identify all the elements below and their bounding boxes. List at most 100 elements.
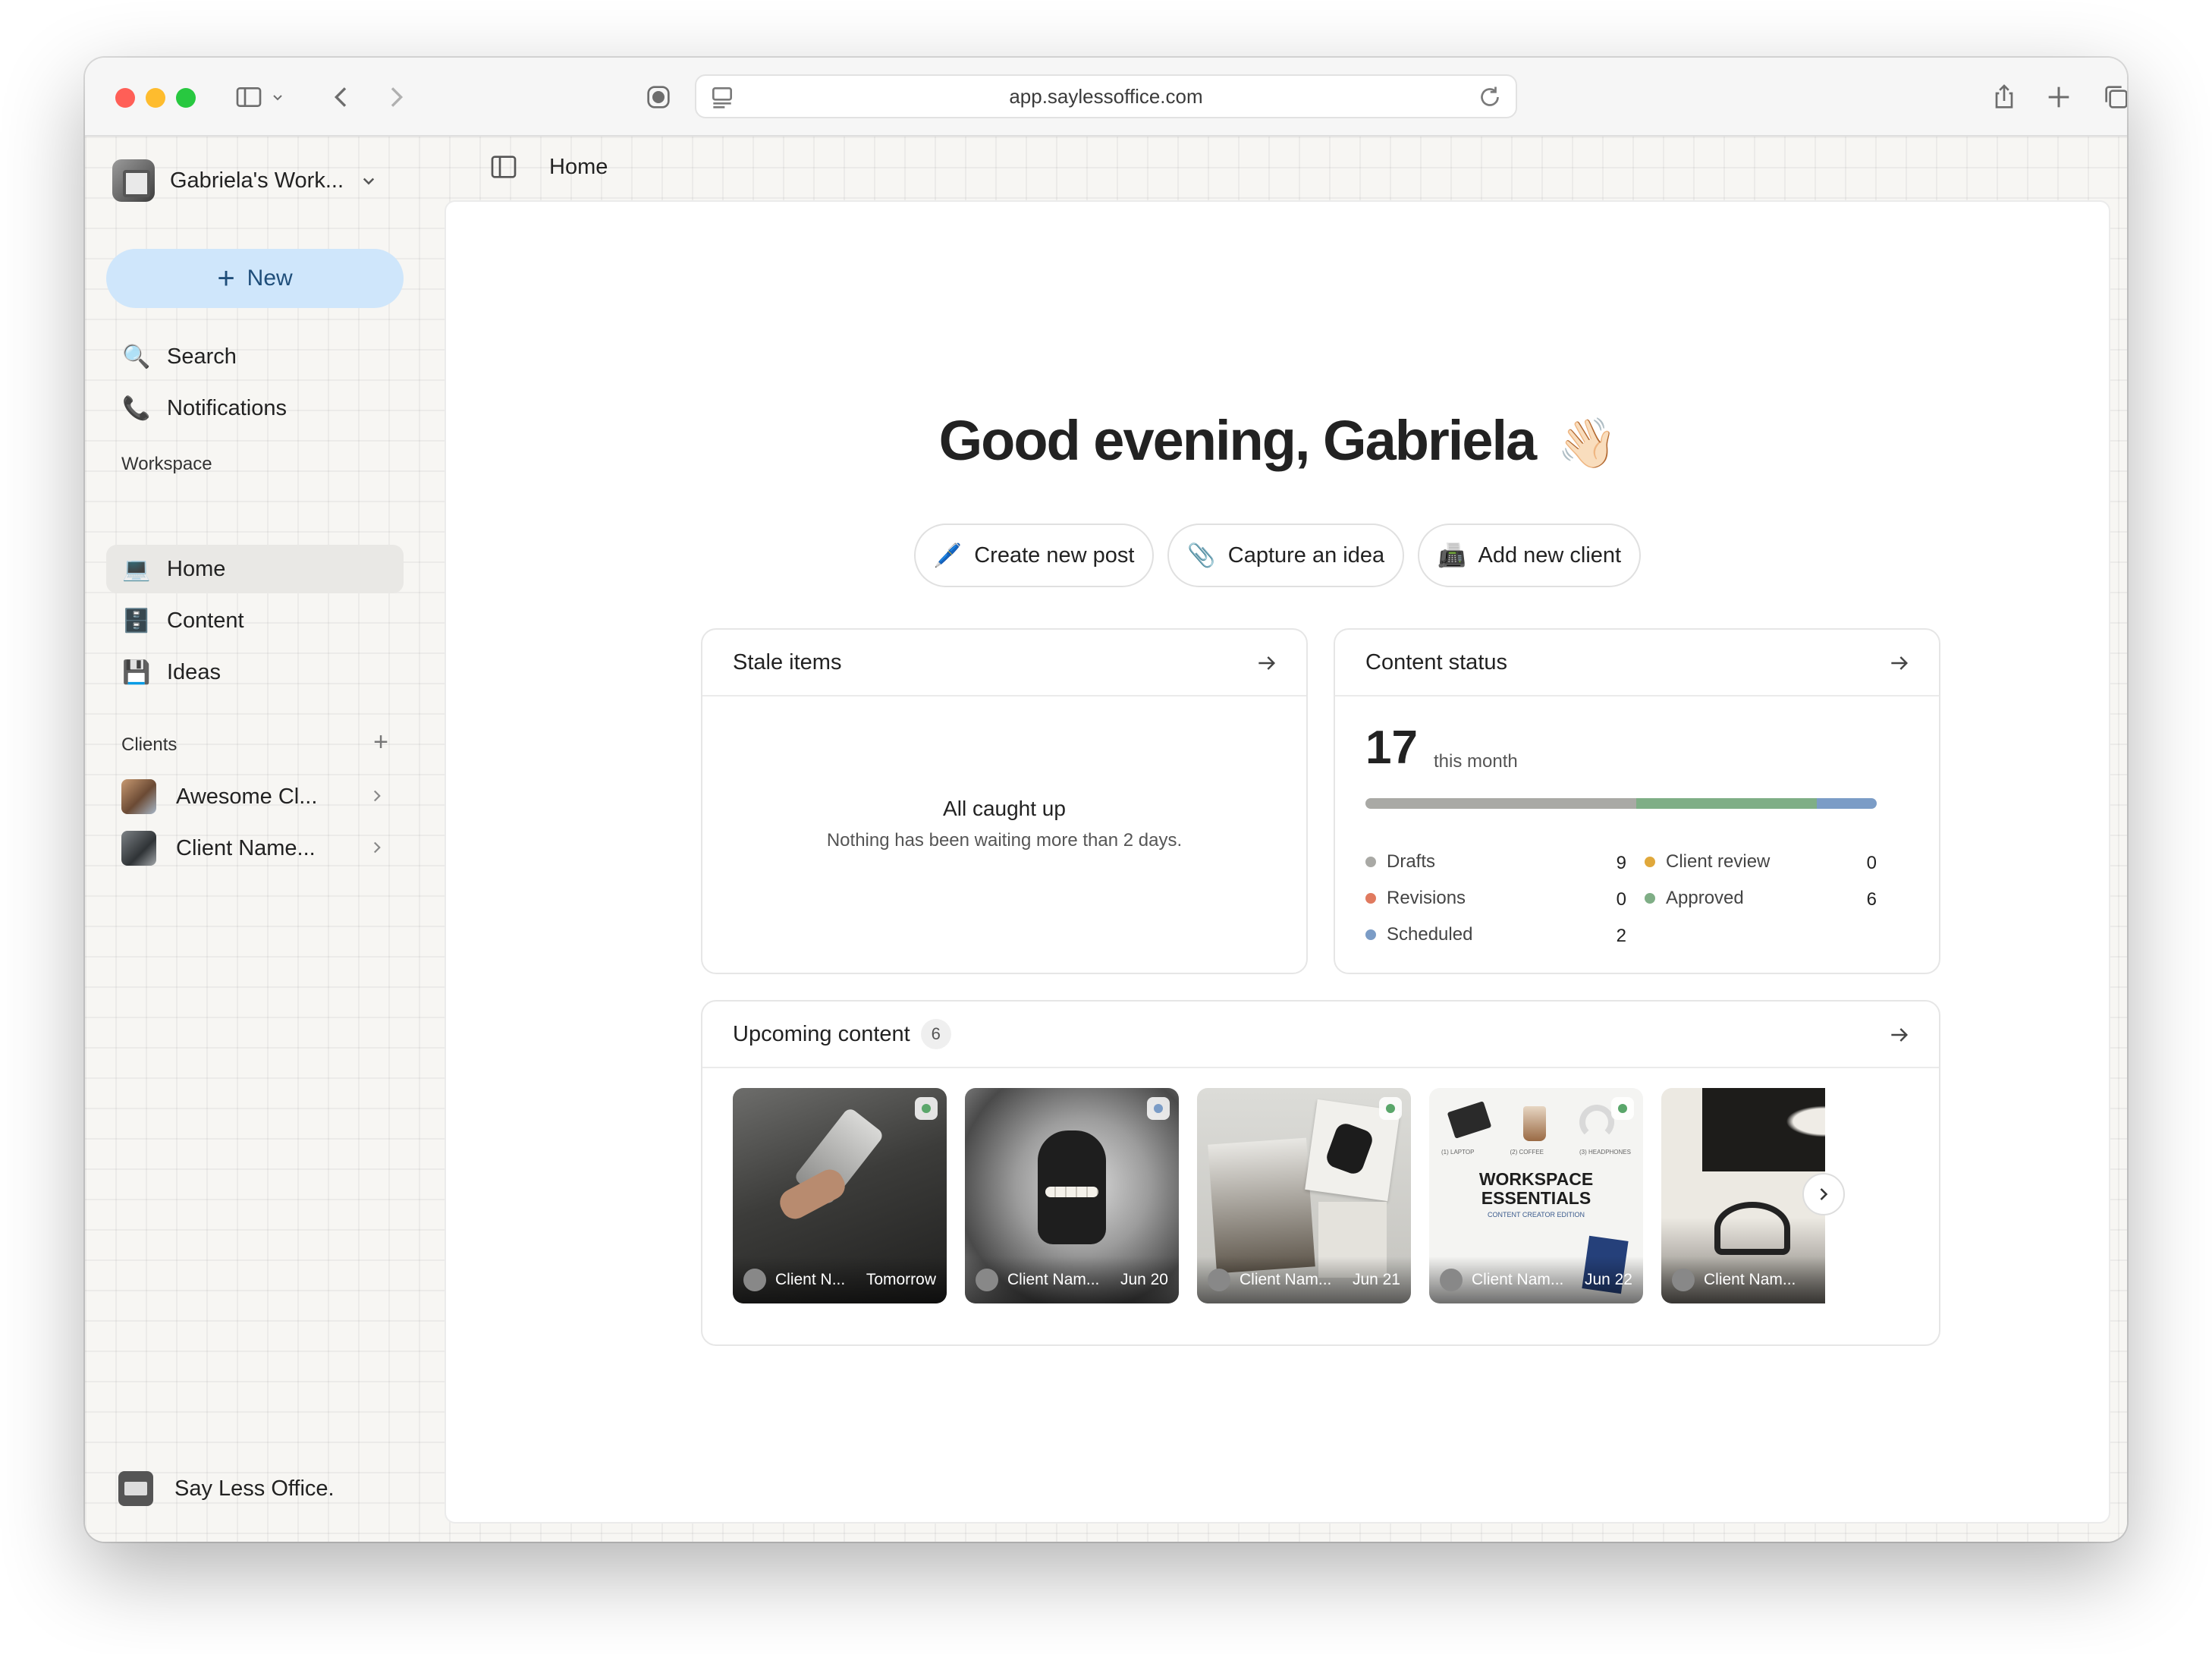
content-status-header[interactable]: Content status: [1335, 630, 1939, 697]
sidebar-item-label: Notifications: [167, 395, 287, 420]
forward-icon[interactable]: [375, 76, 417, 118]
minimize-window-button[interactable]: [146, 88, 165, 108]
status-dot: [1386, 1104, 1395, 1113]
address-bar[interactable]: app.saylessoffice.com: [695, 74, 1517, 118]
add-client-icon[interactable]: +: [367, 728, 394, 756]
tile-client-name: Client Nam...: [1704, 1271, 1796, 1288]
waving-hand-icon: 👋🏻: [1557, 416, 1618, 470]
status-bar-segment: [1816, 798, 1877, 809]
app-area: Gabriela's Work... + New 🔍 Search 📞 Noti…: [85, 137, 2127, 1542]
status-label: Scheduled: [1387, 924, 1473, 945]
shoe-image: [1714, 1202, 1790, 1255]
tile-headline: WORKSPACE ESSENTIALS: [1478, 1169, 1594, 1208]
headphones-image: [1579, 1105, 1614, 1140]
content-tile[interactable]: (1) LAPTOP (2) COFFEE (3) HEADPHONES WOR…: [1429, 1088, 1643, 1303]
sidebar-item-label: Search: [167, 344, 237, 369]
status-value: 0: [1866, 853, 1877, 873]
tile-footer: Client Nam... Jun 22: [1429, 1256, 1643, 1303]
sidebar-item-notifications[interactable]: 📞 Notifications: [106, 384, 404, 432]
upcoming-content-card: Upcoming content 6 Client N... Tomorrow: [701, 1000, 1940, 1346]
browser-toolbar: app.saylessoffice.com: [85, 58, 2127, 137]
client-avatar: [121, 831, 156, 866]
status-badge: [915, 1097, 938, 1120]
client-avatar: [1672, 1269, 1695, 1291]
tile-subheadline: CONTENT CREATOR EDITION: [1487, 1211, 1585, 1218]
tile-date: Jun 21: [1352, 1271, 1400, 1288]
monthly-total: 17: [1365, 722, 1418, 774]
tile-item-labels: (1) LAPTOP (2) COFFEE (3) HEADPHONES: [1441, 1149, 1631, 1156]
content-tile[interactable]: Client Nam... Ju: [1661, 1088, 1825, 1303]
sidebar-item-ideas[interactable]: 💾 Ideas: [106, 648, 404, 697]
workspace-avatar: [112, 159, 155, 202]
status-value: 9: [1616, 853, 1626, 873]
content-tile[interactable]: Client Nam... Jun 21: [1197, 1088, 1411, 1303]
approved-dot: [1645, 893, 1655, 904]
content-tile[interactable]: Client N... Tomorrow: [733, 1088, 947, 1303]
tab-overview-icon[interactable]: [2095, 76, 2127, 118]
tile-client-name: Client Nam...: [1472, 1271, 1564, 1288]
browser-window: app.saylessoffice.com Gabriela's Work...…: [85, 58, 2127, 1542]
capture-idea-button[interactable]: 📎 Capture an idea: [1167, 524, 1405, 587]
close-window-button[interactable]: [115, 88, 135, 108]
client-avatar: [743, 1269, 766, 1291]
status-progress-bar: [1365, 798, 1877, 809]
tile-client-name: Client Nam...: [1240, 1271, 1332, 1288]
stale-items-header[interactable]: Stale items: [702, 630, 1306, 697]
carousel-next-button[interactable]: [1802, 1173, 1845, 1215]
new-tab-icon[interactable]: [2038, 76, 2080, 118]
chevron-right-icon: [1820, 1188, 1828, 1200]
status-value: 0: [1616, 889, 1626, 910]
sidebar-item-label: Content: [167, 608, 244, 633]
status-drafts: Drafts: [1365, 848, 1435, 876]
tile-item-label: (2) COFFEE: [1510, 1149, 1544, 1156]
sidebar-item-label: Ideas: [167, 659, 221, 684]
sidebar-client-item[interactable]: Client Name...: [106, 824, 404, 873]
content-status-card: Content status 17 this month Drafts 9 Re…: [1334, 628, 1940, 974]
tile-footer: Client Nam... Ju: [1661, 1256, 1825, 1303]
upcoming-content-header[interactable]: Upcoming content 6: [702, 1002, 1939, 1068]
content-tile[interactable]: Client Nam... Jun 20: [965, 1088, 1179, 1303]
arrow-right-icon[interactable]: [1255, 651, 1279, 675]
client-review-dot: [1645, 857, 1655, 867]
back-icon[interactable]: [320, 76, 363, 118]
sidebar-item-search[interactable]: 🔍 Search: [106, 332, 404, 381]
share-icon[interactable]: [1983, 76, 2025, 118]
status-bar-segment: [1635, 798, 1817, 809]
add-new-client-button[interactable]: 📠 Add new client: [1418, 524, 1642, 587]
tile-date: Jun 22: [1584, 1271, 1632, 1288]
brand-footer[interactable]: Say Less Office.: [118, 1469, 335, 1508]
revisions-dot: [1365, 893, 1376, 904]
reload-icon[interactable]: [1476, 83, 1503, 111]
page-title: Good evening, Gabriela 👋🏻: [446, 408, 2109, 473]
arrow-right-icon[interactable]: [1887, 651, 1912, 675]
chevron-down-icon[interactable]: [262, 76, 293, 118]
tile-client-name: Client N...: [775, 1271, 846, 1288]
sidebar-item-content[interactable]: 🗄️ Content: [106, 596, 404, 645]
status-value: 6: [1866, 889, 1877, 910]
zoom-window-button[interactable]: [176, 88, 196, 108]
page-menu-icon[interactable]: [707, 82, 737, 112]
status-badge: [1379, 1097, 1402, 1120]
empty-state-subtitle: Nothing has been waiting more than 2 day…: [826, 830, 1183, 851]
status-revisions: Revisions: [1365, 885, 1466, 912]
fax-machine-icon: 📠: [1437, 542, 1466, 568]
action-label: Add new client: [1478, 542, 1622, 568]
action-label: Capture an idea: [1227, 542, 1385, 568]
chevron-right-icon: [373, 841, 381, 854]
arrow-right-icon[interactable]: [1887, 1023, 1912, 1047]
create-new-post-button[interactable]: 🖊️ Create new post: [913, 524, 1155, 587]
sidebar-client-item[interactable]: Awesome Cl...: [106, 772, 404, 821]
client-avatar: [1440, 1269, 1463, 1291]
pen-icon: 🖊️: [933, 542, 963, 568]
privacy-report-icon[interactable]: [637, 76, 680, 118]
new-button[interactable]: + New: [106, 249, 404, 308]
panel-toggle-icon[interactable]: [489, 152, 519, 182]
pearl-bracelet-image: [1045, 1187, 1098, 1197]
sidebar-item-home[interactable]: 💻 Home: [106, 545, 404, 593]
status-dot: [1618, 1104, 1627, 1113]
tile-footer: Client Nam... Jun 21: [1197, 1256, 1411, 1303]
tile-date: Jun 20: [1120, 1271, 1168, 1288]
workspace-switcher[interactable]: Gabriela's Work...: [112, 158, 380, 203]
drafts-dot: [1365, 857, 1376, 867]
plus-icon: +: [217, 262, 235, 295]
